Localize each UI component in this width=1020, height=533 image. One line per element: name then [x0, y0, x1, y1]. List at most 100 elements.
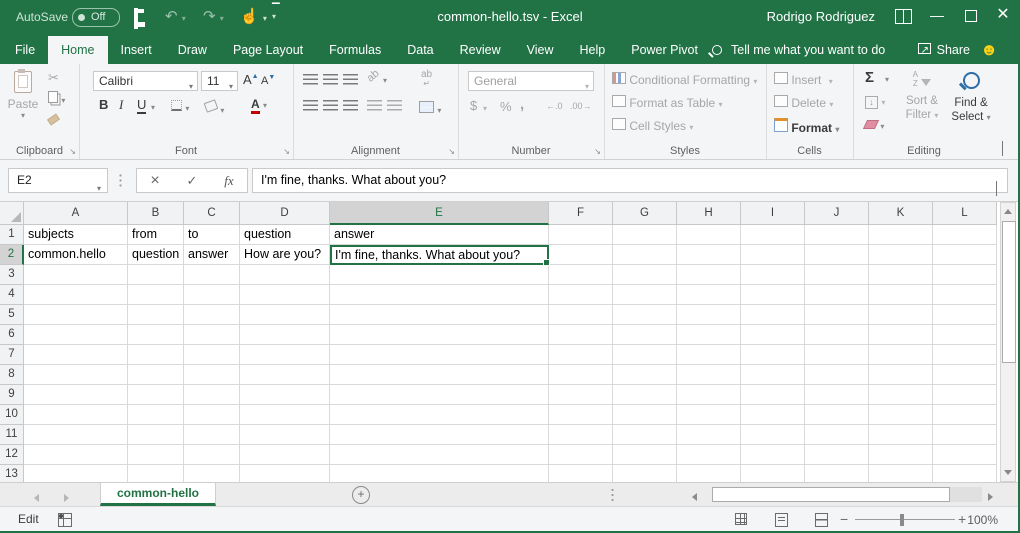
- cell-F6[interactable]: [549, 325, 613, 345]
- cell-F4[interactable]: [549, 285, 613, 305]
- top-align-icon[interactable]: [303, 74, 318, 88]
- cell-I2[interactable]: [741, 245, 805, 265]
- cell-H12[interactable]: [677, 445, 741, 465]
- column-header-E[interactable]: E: [330, 202, 549, 225]
- cell-J11[interactable]: [805, 425, 869, 445]
- cell-F3[interactable]: [549, 265, 613, 285]
- tab-home[interactable]: Home: [48, 36, 107, 64]
- cell-I8[interactable]: [741, 365, 805, 385]
- cell-K11[interactable]: [869, 425, 933, 445]
- row-header-5[interactable]: 5: [0, 305, 24, 325]
- font-size-caret-icon[interactable]: ▾: [229, 78, 233, 96]
- zoom-slider-track[interactable]: [855, 519, 955, 520]
- cell-B8[interactable]: [128, 365, 184, 385]
- column-header-J[interactable]: J: [805, 202, 869, 225]
- cell-D5[interactable]: [240, 305, 330, 325]
- cell-L8[interactable]: [933, 365, 997, 385]
- row-header-3[interactable]: 3: [0, 265, 24, 285]
- zoom-level[interactable]: 100%: [967, 513, 998, 527]
- shrink-font-button[interactable]: A▼: [261, 74, 275, 87]
- cell-B10[interactable]: [128, 405, 184, 425]
- align-left-icon[interactable]: [303, 100, 318, 114]
- cell-B7[interactable]: [128, 345, 184, 365]
- cell-E5[interactable]: [330, 305, 549, 325]
- cell-E4[interactable]: [330, 285, 549, 305]
- cell-E10[interactable]: [330, 405, 549, 425]
- row-header-6[interactable]: 6: [0, 325, 24, 345]
- cell-D7[interactable]: [240, 345, 330, 365]
- cell-E12[interactable]: [330, 445, 549, 465]
- cell-B4[interactable]: [128, 285, 184, 305]
- cancel-icon[interactable]: ×: [150, 172, 159, 190]
- cell-A6[interactable]: [24, 325, 128, 345]
- cell-D3[interactable]: [240, 265, 330, 285]
- grow-font-button[interactable]: A▲: [243, 72, 259, 87]
- cell-L12[interactable]: [933, 445, 997, 465]
- cell-B9[interactable]: [128, 385, 184, 405]
- number-format-caret-icon[interactable]: ▾: [585, 78, 589, 96]
- tab-help[interactable]: Help: [567, 36, 619, 64]
- cell-B1[interactable]: from: [128, 225, 184, 245]
- tab-formulas[interactable]: Formulas: [316, 36, 394, 64]
- cell-K2[interactable]: [869, 245, 933, 265]
- cell-C13[interactable]: [184, 465, 240, 482]
- horizontal-scroll-thumb[interactable]: [712, 487, 950, 502]
- align-right-icon[interactable]: [343, 100, 358, 114]
- cell-G8[interactable]: [613, 365, 677, 385]
- cell-K12[interactable]: [869, 445, 933, 465]
- format-as-table-button[interactable]: Format as Table ▾: [612, 95, 723, 110]
- cell-C9[interactable]: [184, 385, 240, 405]
- column-header-H[interactable]: H: [677, 202, 741, 225]
- maximize-button[interactable]: [954, 0, 988, 30]
- alignment-dialog-launcher-icon[interactable]: ↘: [448, 147, 455, 156]
- cell-J13[interactable]: [805, 465, 869, 482]
- cell-J6[interactable]: [805, 325, 869, 345]
- cell-L2[interactable]: [933, 245, 997, 265]
- cell-J2[interactable]: [805, 245, 869, 265]
- collapse-ribbon-icon[interactable]: [1002, 142, 1003, 156]
- cell-E6[interactable]: [330, 325, 549, 345]
- formula-input[interactable]: I'm fine, thanks. What about you?: [252, 168, 1008, 193]
- cell-J8[interactable]: [805, 365, 869, 385]
- cell-I5[interactable]: [741, 305, 805, 325]
- cell-A2[interactable]: common.hello: [24, 245, 128, 265]
- fill-color-button[interactable]: ▾: [205, 102, 224, 116]
- delete-cells-button[interactable]: Delete ▾: [774, 95, 833, 110]
- cell-C7[interactable]: [184, 345, 240, 365]
- cell-L9[interactable]: [933, 385, 997, 405]
- cell-J3[interactable]: [805, 265, 869, 285]
- find-select-button[interactable]: Find &Select ▾: [949, 70, 993, 125]
- cell-B5[interactable]: [128, 305, 184, 325]
- cell-L1[interactable]: [933, 225, 997, 245]
- cell-K3[interactable]: [869, 265, 933, 285]
- formula-bar-divider[interactable]: [119, 173, 122, 188]
- insert-function-icon[interactable]: fx: [224, 173, 233, 189]
- tab-file[interactable]: File: [2, 36, 48, 64]
- cell-G12[interactable]: [613, 445, 677, 465]
- cell-F8[interactable]: [549, 365, 613, 385]
- cell-C4[interactable]: [184, 285, 240, 305]
- cell-A7[interactable]: [24, 345, 128, 365]
- cell-I3[interactable]: [741, 265, 805, 285]
- cell-G2[interactable]: [613, 245, 677, 265]
- cell-L6[interactable]: [933, 325, 997, 345]
- zoom-in-icon[interactable]: +: [958, 511, 966, 527]
- cell-I1[interactable]: [741, 225, 805, 245]
- autosum-caret-icon[interactable]: ▾: [885, 75, 889, 84]
- cell-styles-button[interactable]: Cell Styles ▾: [612, 118, 693, 133]
- vertical-scroll-thumb[interactable]: [1002, 221, 1016, 363]
- cell-F1[interactable]: [549, 225, 613, 245]
- sort-filter-button[interactable]: AZ Sort &Filter ▾: [899, 70, 945, 123]
- tab-insert[interactable]: Insert: [108, 36, 165, 64]
- cell-C8[interactable]: [184, 365, 240, 385]
- cell-H11[interactable]: [677, 425, 741, 445]
- cell-B2[interactable]: question: [128, 245, 184, 265]
- scroll-up-icon[interactable]: [1001, 203, 1015, 220]
- cell-F7[interactable]: [549, 345, 613, 365]
- cell-F12[interactable]: [549, 445, 613, 465]
- macro-record-icon[interactable]: [58, 513, 72, 527]
- cell-I9[interactable]: [741, 385, 805, 405]
- center-icon[interactable]: [323, 100, 338, 114]
- column-header-G[interactable]: G: [613, 202, 677, 225]
- tell-me-box[interactable]: Tell me what you want to do: [712, 36, 885, 64]
